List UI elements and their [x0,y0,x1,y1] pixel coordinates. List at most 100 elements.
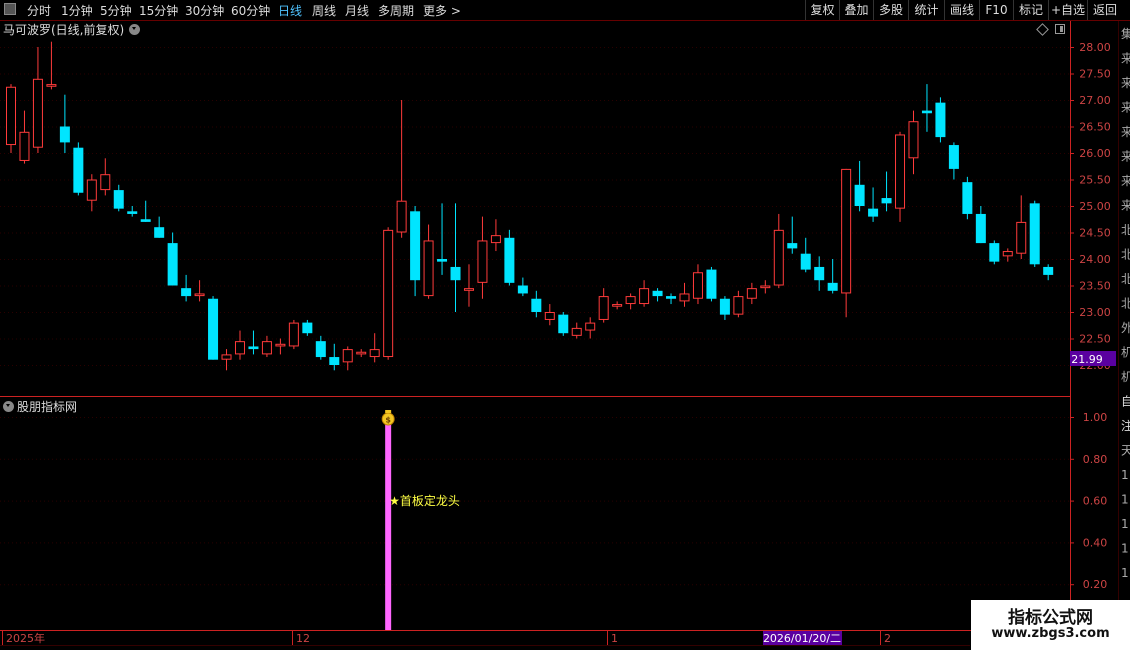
price-tick-label: 26.50 [1079,121,1111,134]
candle-body-down [827,282,838,291]
candle-body-up [571,327,582,336]
button-multi-stock[interactable]: 多股 [873,0,908,20]
candle-body-down [302,322,313,334]
indicator-tick-label: 0.60 [1083,495,1108,508]
period-15min[interactable]: 15分钟 [139,2,178,19]
price-tick-label: 22.50 [1079,333,1111,346]
side-panel-char: 北 [1121,272,1130,286]
candle-body-up [261,341,272,355]
indicator-title[interactable]: 股朋指标网 [3,398,77,415]
price-tick-label: 22.00 [1079,359,1111,372]
side-panel-char: 北 [1121,223,1130,237]
candle-body-down [652,290,663,297]
period-daily[interactable]: 日线 [278,2,302,19]
candle-body-up [6,86,16,146]
button-draw-line[interactable]: 画线 [944,0,979,20]
period-1min[interactable]: 1分钟 [61,2,93,19]
candle-body-down [504,237,515,283]
candle-body-down [248,346,259,350]
side-panel-char: 注 [1121,418,1130,433]
period-intraday[interactable]: 分时 [27,2,51,19]
candle-body-up [908,121,919,159]
price-tick-label: 23.50 [1079,280,1111,293]
main-chart-title[interactable]: 马可波罗(日线,前复权) [3,21,141,38]
side-panel-char: 1 [1121,493,1129,507]
button-overlay[interactable]: 叠加 [839,0,873,20]
signal-annotation: ★首板定龙头 [389,493,460,508]
indicator-tick-label: 0.80 [1083,453,1108,466]
candle-body-down [719,298,730,315]
candle-body-down [531,298,542,312]
candle-body-up [86,179,97,201]
candle-body-down [208,298,219,360]
cursor-date-label: 2026/01/20/二 [763,632,841,645]
candle-body-down [975,213,986,244]
candle-body-down [881,198,892,204]
candle-body-up [639,288,650,305]
date-month-label: 1 [611,632,618,645]
candle-body-down [517,285,528,294]
candle-body-down [962,182,973,214]
button-back[interactable]: 返回 [1087,0,1122,20]
candle-body-up [342,349,353,363]
side-panel-char: 1 [1121,468,1129,482]
candle-body-down [787,243,798,249]
signal-bar [385,417,392,630]
window-icon[interactable] [1055,24,1065,34]
side-panel-char: 自 [1121,395,1130,409]
chevron-down-icon[interactable] [129,24,141,35]
candle-body-up [612,304,623,307]
candle-body-up [396,200,407,233]
candle-body-up [895,134,906,209]
side-panel-char: 机 [1121,370,1130,384]
candle-body-up [1016,221,1027,254]
candle-body-down [706,269,717,299]
period-monthly[interactable]: 月线 [345,2,369,19]
money-bag-icon [385,410,392,413]
candle-body-up [275,343,286,347]
side-panel-char: 集 [1121,26,1130,41]
period-more[interactable]: 更多 > [423,2,461,19]
candle-body-down [1043,266,1054,275]
button-add-watchlist[interactable]: +自选 [1048,0,1087,20]
side-panel-char: 来 [1121,174,1130,188]
candle-body-down [73,147,84,193]
candle-body-up [221,354,232,360]
candle-body-down [181,288,192,297]
diamond-icon[interactable] [1036,23,1049,36]
current-price-tag [1070,351,1116,366]
price-tick-label: 23.00 [1079,306,1111,319]
candle-body-up [679,293,690,302]
candle-body-up [383,229,394,358]
price-tick-label: 24.00 [1079,253,1111,266]
candle-body-down [127,211,138,214]
chevron-down-icon[interactable] [3,401,14,412]
period-weekly[interactable]: 周线 [312,2,336,19]
candle-body-up [544,312,555,320]
candle-body-up [746,288,757,299]
candle-body-up [598,296,609,320]
side-panel-char: 外 [1121,321,1130,335]
button-mark[interactable]: 标记 [1013,0,1048,20]
menu-square-icon[interactable] [4,3,16,15]
indicator-tick-label: 1.00 [1083,411,1108,424]
period-30min[interactable]: 30分钟 [185,2,224,19]
candle-body-down [935,102,946,138]
period-5min[interactable]: 5分钟 [100,2,132,19]
side-panel-char: 来 [1121,199,1130,213]
button-statistics[interactable]: 统计 [908,0,944,20]
candle-body-up [288,322,299,347]
watermark: 指标公式网 www.zbgs3.com [971,600,1130,650]
period-60min[interactable]: 60分钟 [231,2,270,19]
candle-body-up [692,272,703,299]
candle-body-down [315,341,326,358]
candle-body-down [113,190,124,209]
button-fuquan[interactable]: 复权 [805,0,839,20]
money-bag-icon [381,412,395,426]
period-multi[interactable]: 多周期 [378,2,414,19]
price-tick-label: 27.50 [1079,68,1111,81]
watermark-title: 指标公式网 [1008,608,1093,628]
candle-body-down [558,314,569,334]
button-f10[interactable]: F10 [979,0,1013,20]
candle-body-up [423,240,434,297]
